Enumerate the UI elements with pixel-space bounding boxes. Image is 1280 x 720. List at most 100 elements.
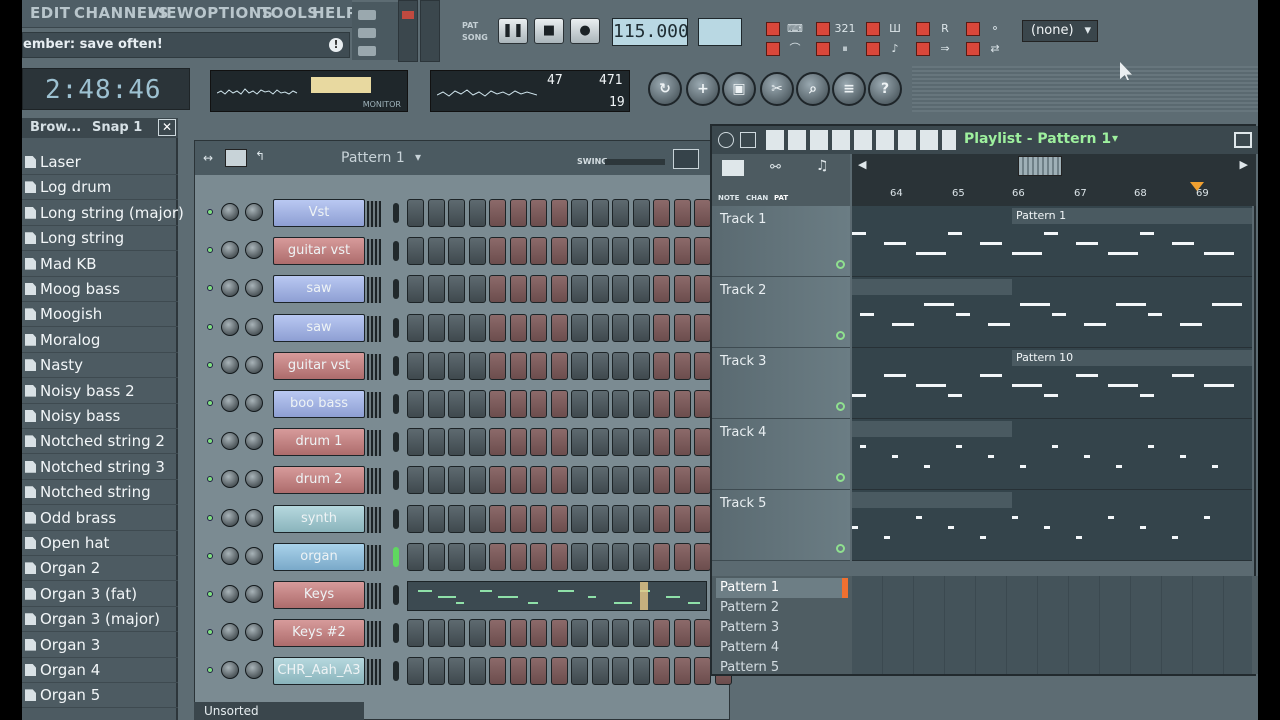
step-button[interactable]	[673, 199, 691, 227]
pan-knob[interactable]	[221, 508, 239, 527]
channel-mute-led[interactable]	[207, 667, 213, 674]
step-button[interactable]	[407, 390, 424, 418]
browser-item[interactable]: Odd brass	[22, 506, 178, 531]
help-icon[interactable]	[358, 46, 376, 56]
pitch-slider[interactable]	[420, 0, 440, 62]
step-button[interactable]	[489, 275, 506, 304]
channel-select[interactable]	[393, 279, 399, 300]
step-button[interactable]	[468, 351, 486, 380]
browser-item[interactable]: Laser	[22, 150, 178, 175]
step-button[interactable]	[427, 657, 445, 686]
step-button[interactable]	[448, 504, 465, 533]
pattern-selector[interactable]: Pattern 1	[341, 150, 405, 166]
channel-piano-roll-preview[interactable]	[407, 581, 707, 611]
step-button[interactable]	[571, 619, 588, 648]
browser-item[interactable]: Mad KB	[22, 252, 178, 277]
pan-knob[interactable]	[221, 394, 239, 412]
close-icon[interactable]: ✕	[158, 119, 176, 136]
midi-device-select[interactable]: (none) ▾	[1022, 20, 1098, 42]
browser-item[interactable]: Organ 3 (major)	[22, 607, 178, 633]
step-button[interactable]	[632, 657, 650, 686]
step-button[interactable]	[448, 313, 465, 342]
mode-note[interactable]: NOTE	[718, 194, 739, 202]
step-button[interactable]	[673, 619, 691, 648]
step-button[interactable]	[427, 351, 445, 380]
step-button[interactable]	[489, 237, 506, 266]
playhead-marker[interactable]	[1190, 182, 1204, 191]
track-clip-area[interactable]	[852, 419, 1252, 490]
volume-knob[interactable]	[245, 508, 263, 527]
step-button[interactable]	[571, 542, 588, 571]
step-button[interactable]	[632, 351, 650, 380]
step-button[interactable]	[468, 657, 486, 686]
volume-knob[interactable]	[245, 317, 263, 336]
track-clip-area[interactable]	[852, 277, 1252, 348]
tool-toggle-4[interactable]	[916, 22, 930, 36]
step-button[interactable]	[571, 237, 588, 266]
step-button[interactable]	[673, 504, 691, 533]
record-button[interactable]: ●	[570, 18, 600, 44]
step-button[interactable]	[673, 275, 691, 304]
step-button[interactable]	[489, 657, 506, 686]
step-button[interactable]	[427, 237, 445, 266]
step-button[interactable]	[530, 199, 547, 227]
channel-select[interactable]	[393, 432, 399, 453]
browser-item[interactable]: Open hat	[22, 531, 178, 556]
step-button[interactable]	[427, 313, 445, 342]
pan-knob[interactable]	[221, 241, 239, 260]
pattern-list-item[interactable]: Pattern 2	[716, 598, 842, 618]
step-button[interactable]	[530, 237, 547, 266]
channel-button[interactable]: boo bass	[273, 390, 365, 418]
pattern-list-item[interactable]: Pattern 1	[716, 578, 842, 598]
browser-item[interactable]: Moralog	[22, 328, 178, 353]
step-button[interactable]	[591, 199, 609, 227]
step-button[interactable]	[550, 466, 568, 495]
step-button[interactable]	[571, 199, 588, 227]
step-button[interactable]	[468, 619, 486, 648]
step-button[interactable]	[694, 199, 711, 227]
stop-button[interactable]: ■	[534, 18, 564, 44]
step-button[interactable]	[448, 275, 465, 304]
magnet-icon[interactable]	[740, 132, 756, 148]
step-button[interactable]	[632, 542, 650, 571]
step-button[interactable]	[427, 428, 445, 457]
step-button[interactable]	[632, 390, 650, 418]
step-button[interactable]	[591, 351, 609, 380]
step-button[interactable]	[448, 199, 465, 227]
channel-mute-led[interactable]	[207, 247, 213, 254]
step-button[interactable]	[489, 619, 506, 648]
step-button[interactable]	[448, 428, 465, 457]
step-button[interactable]	[612, 504, 629, 533]
step-button[interactable]	[591, 275, 609, 304]
track-header[interactable]: Track 4	[712, 419, 850, 490]
tool-toggle-7[interactable]	[816, 42, 830, 56]
channel-select[interactable]	[393, 317, 399, 338]
channel-mute-led[interactable]	[207, 552, 213, 559]
step-button[interactable]	[550, 504, 568, 533]
track-header[interactable]: Track 1	[712, 206, 850, 277]
channel-select[interactable]	[393, 241, 399, 262]
channel-mute-led[interactable]	[207, 400, 213, 406]
step-button[interactable]	[591, 428, 609, 457]
horizontal-scrollbar[interactable]	[1018, 156, 1062, 176]
browser-item[interactable]: Organ 3	[22, 633, 178, 658]
menu-icon[interactable]	[718, 132, 734, 148]
browser-item[interactable]: Nasty	[22, 353, 178, 379]
channel-button[interactable]: Vst	[273, 199, 365, 227]
step-button[interactable]	[509, 351, 527, 380]
track-enable-led[interactable]	[836, 331, 845, 340]
pan-knob[interactable]	[221, 203, 239, 221]
channel-select[interactable]	[393, 470, 399, 491]
snap-select[interactable]: Snap 1	[92, 120, 142, 135]
wave-monitor[interactable]: MONITOR	[210, 70, 408, 112]
step-button[interactable]	[530, 275, 547, 304]
step-button[interactable]	[489, 428, 506, 457]
channel-select[interactable]	[393, 394, 399, 414]
pattern-list-item[interactable]: Pattern 3	[716, 618, 842, 638]
online-icon[interactable]	[358, 28, 376, 38]
step-button[interactable]	[550, 619, 568, 648]
pattern-list-item[interactable]: Pattern 5	[716, 658, 842, 678]
step-button[interactable]	[673, 466, 691, 495]
step-button[interactable]	[550, 390, 568, 418]
step-button[interactable]	[530, 542, 547, 571]
